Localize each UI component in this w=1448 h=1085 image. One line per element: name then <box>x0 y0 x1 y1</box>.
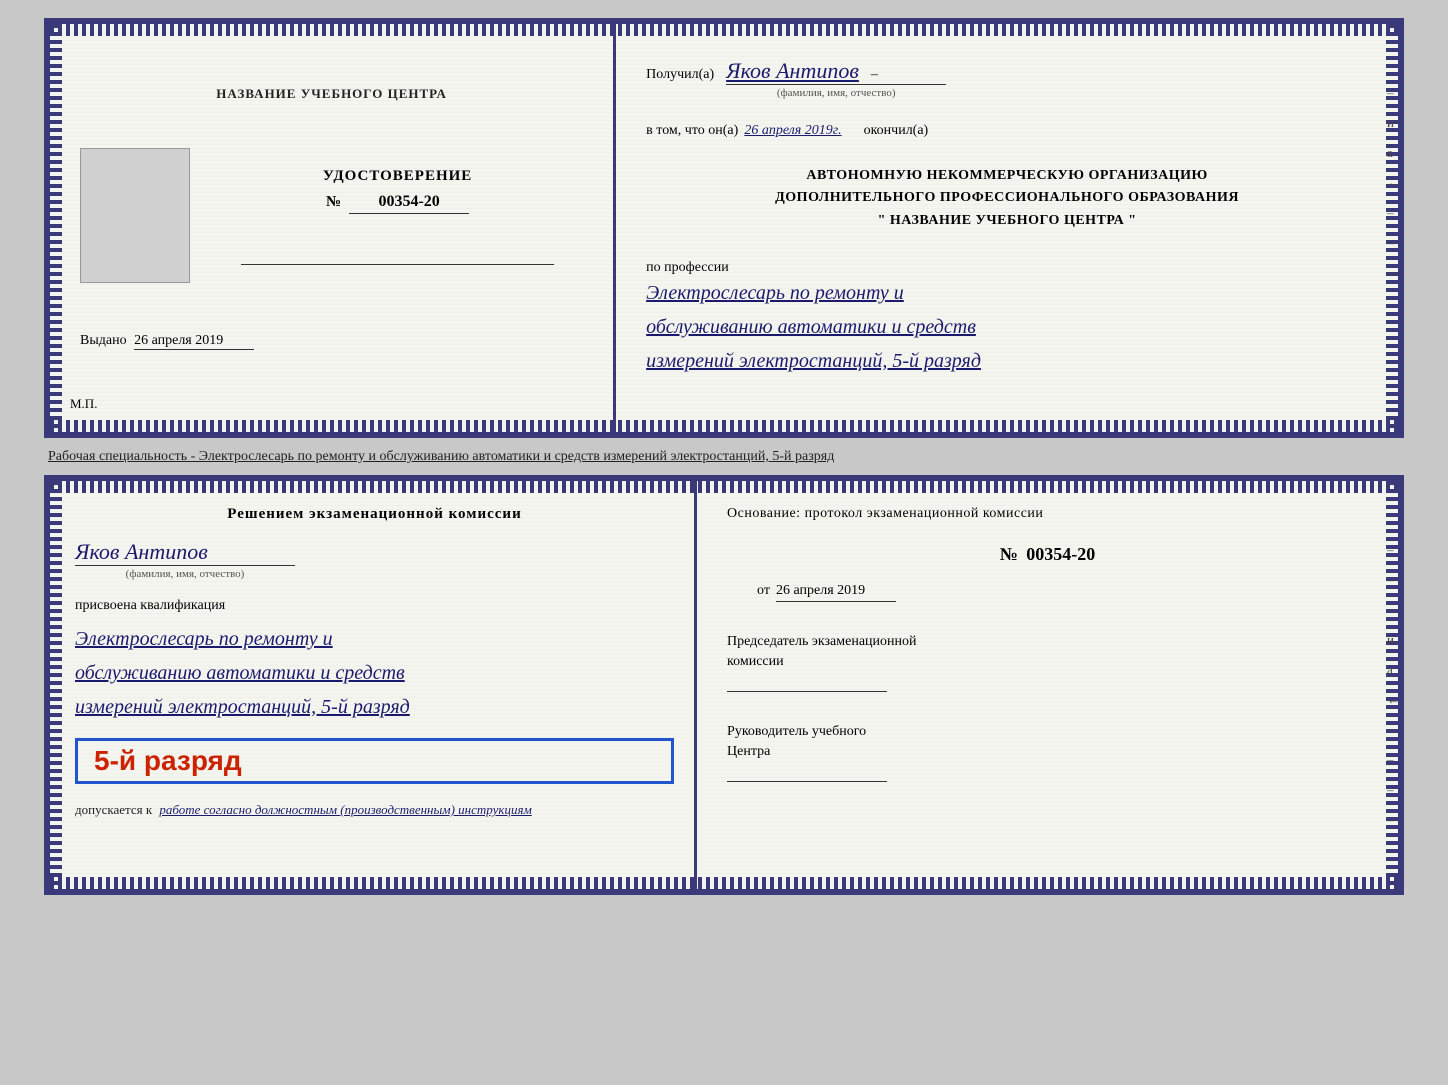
cert-num-symbol: № <box>326 194 341 210</box>
protocol-num-value: 00354-20 <box>1026 544 1095 564</box>
mp-label: М.П. <box>70 396 97 412</box>
top-doc-left-panel: НАЗВАНИЕ УЧЕБНОГО ЦЕНТРА УДОСТОВЕРЕНИЕ №… <box>50 24 616 432</box>
cert-number: 00354-20 <box>349 193 469 214</box>
bottom-doc-left-panel: Решением экзаменационной комиссии Яков А… <box>50 481 697 889</box>
profession-section: по профессии Электрослесарь по ремонту и… <box>646 256 1368 378</box>
cert-title: УДОСТОВЕРЕНИЕ <box>323 168 473 185</box>
chairman-block: Председатель экзаменационной комиссии <box>727 632 1368 692</box>
chairman-title: Председатель экзаменационной комиссии <box>727 632 1368 671</box>
protocol-date-block: от 26 апреля 2019 <box>757 583 1368 602</box>
bottom-person-section: Яков Антипов (фамилия, имя, отчество) <box>75 539 674 580</box>
decision-text: Решением экзаменационной комиссии <box>75 506 674 523</box>
qual-line3: измерений электростанций, 5-й разряд <box>75 696 410 718</box>
basis-text: Основание: протокол экзаменационной коми… <box>727 506 1368 522</box>
chairman-signature-line <box>727 691 887 692</box>
qualification-hw-text: Электрослесарь по ремонту и обслуживанию… <box>75 622 674 724</box>
prof-line1: Электрослесарь по ремонту и <box>646 282 904 304</box>
issued-date: 26 апреля 2019 <box>134 333 254 350</box>
given-date: 26 апреля 2019г. <box>744 123 841 139</box>
top-doc-right-panel: Получил(а) Яков Антипов – (фамилия, имя,… <box>616 24 1398 432</box>
given-line: в том, что он(а) 26 апреля 2019г. окончи… <box>646 123 1368 139</box>
recipient-section: Получил(а) Яков Антипов – (фамилия, имя,… <box>646 58 1368 99</box>
middle-info-content: Рабочая специальность - Электрослесарь п… <box>48 449 834 464</box>
org-line1: АВТОНОМНУЮ НЕКОММЕРЧЕСКУЮ ОРГАНИЗАЦИЮ <box>646 165 1368 187</box>
bottom-document: Решением экзаменационной комиссии Яков А… <box>44 475 1404 895</box>
fio-label-top: (фамилия, имя, отчество) <box>726 84 946 99</box>
bottom-side-markers: – – – и а ← – – – – <box>1387 542 1400 828</box>
issued-label: Выдано <box>80 333 127 348</box>
top-document: НАЗВАНИЕ УЧЕБНОГО ЦЕНТРА УДОСТОВЕРЕНИЕ №… <box>44 18 1404 438</box>
chairman-title2: комиссии <box>727 654 784 669</box>
допускается-prefix: допускается к <box>75 802 152 817</box>
org-line2: ДОПОЛНИТЕЛЬНОГО ПРОФЕССИОНАЛЬНОГО ОБРАЗО… <box>646 187 1368 209</box>
org-text-block: АВТОНОМНУЮ НЕКОММЕРЧЕСКУЮ ОРГАНИЗАЦИЮ ДО… <box>646 165 1368 232</box>
cert-photo-placeholder <box>80 148 190 283</box>
fio-label-bottom: (фамилия, имя, отчество) <box>75 565 295 580</box>
issued-line: Выдано 26 апреля 2019 <box>70 333 593 350</box>
director-block: Руководитель учебного Центра <box>727 722 1368 782</box>
recipient-prefix: Получил(а) <box>646 67 714 82</box>
grade-box: 5-й разряд <box>75 738 674 784</box>
qual-line1: Электрослесарь по ремонту и <box>75 628 333 650</box>
from-date: 26 апреля 2019 <box>776 583 896 602</box>
profession-label: по профессии <box>646 260 1368 276</box>
grade-text: 5-й разряд <box>94 745 242 776</box>
top-center-label: НАЗВАНИЕ УЧЕБНОГО ЦЕНТРА <box>216 84 447 104</box>
director-signature-line <box>727 781 887 782</box>
protocol-num-block: № 00354-20 <box>727 544 1368 565</box>
qualification-label: присвоена квалификация <box>75 598 674 614</box>
side-markers: – и а ← – – – <box>1387 85 1400 281</box>
prof-line3: измерений электростанций, 5-й разряд <box>646 350 981 372</box>
profession-text: Электрослесарь по ремонту и обслуживанию… <box>646 276 1368 378</box>
director-title1: Руководитель учебного <box>727 724 866 739</box>
bottom-doc-right-panel: Основание: протокол экзаменационной коми… <box>697 481 1398 889</box>
given-suffix: окончил(а) <box>864 123 929 139</box>
recipient-name: Яков Антипов <box>726 58 859 83</box>
given-prefix: в том, что он(а) <box>646 123 738 139</box>
допускается-hw: работе согласно должностным (производств… <box>159 802 531 817</box>
prof-line2: обслуживанию автоматики и средств <box>646 316 976 338</box>
chairman-title1: Председатель экзаменационной <box>727 634 916 649</box>
допускается-line: допускается к работе согласно должностны… <box>75 800 674 820</box>
director-title2: Центра <box>727 744 770 759</box>
bottom-person-name: Яков Антипов <box>75 539 208 564</box>
from-label: от <box>757 583 770 599</box>
org-line3: " НАЗВАНИЕ УЧЕБНОГО ЦЕНТРА " <box>646 210 1368 232</box>
director-title: Руководитель учебного Центра <box>727 722 1368 761</box>
qual-line2: обслуживанию автоматики и средств <box>75 662 405 684</box>
protocol-num-label: № <box>1000 544 1018 564</box>
middle-info-text: Рабочая специальность - Электрослесарь п… <box>44 438 1404 475</box>
